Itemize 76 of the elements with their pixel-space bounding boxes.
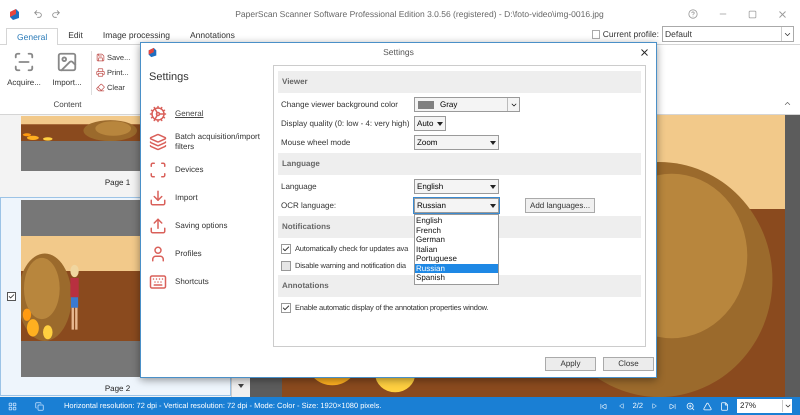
- dropdown-option[interactable]: English: [415, 216, 498, 226]
- checkbox[interactable]: [6, 292, 16, 301]
- settings-heading: Settings: [149, 70, 190, 85]
- page-label: Page 2: [104, 383, 132, 395]
- dropdown[interactable]: Gray: [414, 97, 520, 112]
- dialog-button[interactable]: Apply: [545, 357, 596, 371]
- upload-icon: [149, 216, 167, 234]
- group-label: Content: [52, 99, 83, 111]
- previous-page-icon[interactable]: [618, 403, 625, 409]
- dropdown[interactable]: Zoom: [414, 135, 499, 150]
- page-icon[interactable]: [720, 402, 729, 410]
- chevron-icon: [781, 27, 793, 41]
- stack-icon: [149, 132, 167, 150]
- dropdown[interactable]: English: [414, 179, 499, 194]
- setting-label: Language: [281, 180, 318, 192]
- dialog-title: Settings: [382, 46, 415, 58]
- add-languages-button[interactable]: Add languages...: [525, 198, 596, 213]
- undo-icon[interactable]: [33, 9, 43, 19]
- printer-icon: [96, 68, 105, 77]
- dropdown-option[interactable]: Portuguese: [415, 254, 498, 264]
- chevron-icon: [782, 400, 792, 412]
- ribbon-tab[interactable]: Image processing: [92, 27, 180, 44]
- next-page-icon[interactable]: [651, 403, 657, 409]
- profile-checkbox[interactable]: [592, 30, 600, 38]
- zoom-level-select[interactable]: 27%: [737, 399, 792, 413]
- dropdown[interactable]: Auto: [414, 116, 446, 131]
- setting-label: Mouse wheel mode: [281, 136, 352, 148]
- ribbon-tab[interactable]: Edit: [58, 27, 93, 44]
- download-icon: [149, 188, 167, 206]
- dropdown-option[interactable]: Spanish: [415, 273, 498, 282]
- pages-icon[interactable]: [35, 402, 44, 410]
- save-icon: [96, 53, 105, 62]
- chevron-icon: [507, 98, 519, 111]
- keyboard-icon: [149, 272, 167, 290]
- image-icon: [56, 51, 78, 73]
- zoom-icon[interactable]: [686, 402, 695, 410]
- profile-label: Current profile:: [602, 28, 659, 40]
- gears-icon: [149, 104, 167, 122]
- help-icon[interactable]: [688, 9, 698, 19]
- last-page-icon[interactable]: [669, 402, 676, 410]
- checkbox[interactable]: [281, 302, 291, 312]
- profile-dropdown[interactable]: Default: [662, 26, 794, 42]
- settings-nav-item[interactable]: Batch acquisition/import filters: [149, 128, 273, 156]
- user-icon: [149, 244, 167, 262]
- ribbon-button[interactable]: Acquire...: [4, 51, 44, 89]
- page-label: Page 1: [104, 177, 132, 189]
- dropdown-option[interactable]: Italian: [415, 244, 498, 254]
- collapse-ribbon-icon[interactable]: [783, 99, 792, 108]
- setting-label: OCR language:: [281, 200, 338, 212]
- close-icon[interactable]: [639, 46, 650, 58]
- ribbon-button[interactable]: Import...: [47, 51, 87, 89]
- dialog-button[interactable]: Close: [603, 357, 654, 371]
- thumbnails-icon[interactable]: [8, 402, 17, 410]
- checkbox[interactable]: [281, 260, 291, 270]
- setting-label: Change viewer background color: [281, 98, 399, 110]
- dropdown-option[interactable]: French: [415, 226, 498, 235]
- redo-icon[interactable]: [51, 9, 61, 19]
- section-header: Language: [278, 153, 641, 175]
- dropdown[interactable]: Russian: [414, 198, 499, 213]
- dropdown-option[interactable]: Russian: [415, 264, 498, 273]
- first-page-icon[interactable]: [600, 402, 607, 410]
- ribbon-tab[interactable]: Annotations: [180, 27, 245, 44]
- checkbox[interactable]: [281, 244, 291, 254]
- eraser-icon: [96, 83, 105, 92]
- setting-label: Display quality (0: low - 4: very high): [281, 118, 410, 130]
- color-swatch-icon: [418, 100, 434, 108]
- window-title: PaperScan Scanner Software Professional Edition 3.0.56 (registered) - D:\foto-video\img-0016.jpg: [234, 8, 605, 20]
- ribbon-tab[interactable]: General: [6, 28, 58, 45]
- triangle-icon[interactable]: [703, 402, 712, 410]
- settings-nav-item[interactable]: General: [149, 100, 273, 128]
- section-header: Viewer: [278, 71, 641, 93]
- settings-nav-item[interactable]: Devices: [149, 156, 273, 184]
- dropdown-option[interactable]: German: [415, 235, 498, 244]
- maximize-icon[interactable]: [748, 10, 757, 18]
- app-logo-icon: [8, 8, 21, 20]
- app-logo-icon: [147, 46, 158, 58]
